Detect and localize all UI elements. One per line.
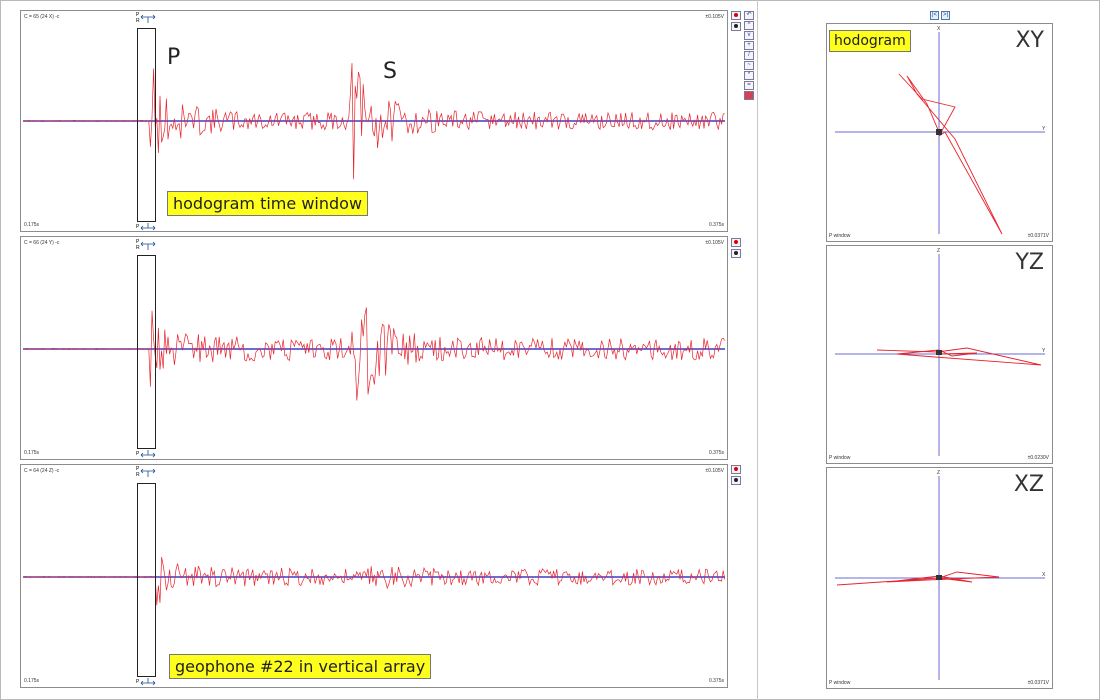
v-axis-label: Z xyxy=(937,470,941,476)
scale-label: ±0.0230V xyxy=(1027,455,1049,461)
hodogram-yz[interactable]: Z Y YZ P window ±0.0230V xyxy=(826,245,1053,464)
s-arrival-label: S xyxy=(383,59,397,84)
trace-panel-y[interactable]: C = 66 (24 Y) -c ±0.105V 0.175s 0.375s xyxy=(20,236,728,460)
h-axis-label: X xyxy=(1042,572,1046,578)
pin-icon[interactable] xyxy=(731,249,741,258)
zoom-icon[interactable]: + xyxy=(744,41,754,50)
window-label: P window xyxy=(829,680,851,686)
trace-waveform xyxy=(22,557,726,606)
filter-icon[interactable]: ~ xyxy=(744,61,754,70)
scale-label: ±0.0371V xyxy=(1027,680,1049,686)
p-arrival-label: P xyxy=(167,45,181,70)
cursor-icon[interactable]: / xyxy=(744,51,754,60)
undo-icon[interactable]: ↶ xyxy=(744,11,754,20)
hodogram-plane-label: YZ xyxy=(1015,250,1044,275)
trace-panel-x[interactable]: C = 65 (24 X) -c ±0.105V 0.175s 0.375s P… xyxy=(20,10,728,232)
pin-icon[interactable] xyxy=(731,476,741,485)
v-axis-label: X xyxy=(937,26,941,32)
time-window-handle[interactable]: P xyxy=(136,450,156,460)
first-icon[interactable]: |< xyxy=(930,11,939,20)
seismic-trace-x xyxy=(22,63,725,180)
seismic-trace-y xyxy=(22,307,726,401)
hodogram-xy[interactable]: X Y XY P window ±0.0371V hodogram xyxy=(826,23,1053,242)
time-window-box[interactable] xyxy=(137,483,156,677)
record-icon[interactable] xyxy=(731,11,741,20)
trace-waveform xyxy=(22,307,726,401)
window-label: P window xyxy=(829,455,851,461)
origin-marker xyxy=(936,350,942,355)
hodogram-plot xyxy=(835,32,1045,235)
time-window-handle[interactable]: P xyxy=(136,223,156,233)
time-window-callout: hodogram time window xyxy=(167,191,369,216)
pane-divider[interactable] xyxy=(757,0,758,700)
trace-toolbar: ↶ ^ v + / ~ * = xyxy=(731,10,755,100)
time-window-handle[interactable]: P xyxy=(136,678,156,688)
time-window-handle[interactable]: P R xyxy=(136,239,156,253)
window-label: P window xyxy=(829,233,851,239)
origin-marker xyxy=(936,129,942,135)
hodogram-xz[interactable]: Z X XZ P window ±0.0371V xyxy=(826,467,1053,689)
h-axis-label: Y xyxy=(1042,126,1046,132)
particle-motion xyxy=(898,73,1003,235)
last-icon[interactable]: >| xyxy=(941,11,950,20)
window-e-marker: P xyxy=(136,224,140,230)
hodogram-plot xyxy=(835,254,1045,456)
scale-label: ±0.0371V xyxy=(1027,233,1049,239)
pin-icon[interactable] xyxy=(731,22,741,31)
arrow-down-icon[interactable]: v xyxy=(744,31,754,40)
v-axis-label: Z xyxy=(937,248,941,254)
window-e-marker: P xyxy=(136,451,140,457)
hodogram-plane-label: XZ xyxy=(1013,472,1044,497)
settings-icon[interactable]: * xyxy=(744,71,754,80)
geophone-callout: geophone #22 in vertical array xyxy=(169,654,432,679)
hodogram-plot xyxy=(835,476,1045,680)
arrow-up-icon[interactable]: ^ xyxy=(744,21,754,30)
h-axis-label: Y xyxy=(1042,348,1046,354)
record-icon[interactable] xyxy=(731,238,741,247)
record-icon[interactable] xyxy=(731,465,741,474)
window-e-marker: P xyxy=(136,679,140,685)
print-icon[interactable]: = xyxy=(744,81,754,90)
origin-marker xyxy=(936,575,942,580)
time-window-handle[interactable]: P R xyxy=(136,12,156,26)
hodogram-callout: hodogram xyxy=(829,30,911,52)
chart-icon[interactable] xyxy=(744,91,754,100)
particle-motion xyxy=(876,347,1042,366)
time-window-handle[interactable]: P R xyxy=(136,466,156,480)
time-window-box[interactable] xyxy=(137,28,156,222)
hodogram-plane-label: XY xyxy=(1015,28,1044,53)
time-window-box[interactable] xyxy=(137,255,156,449)
